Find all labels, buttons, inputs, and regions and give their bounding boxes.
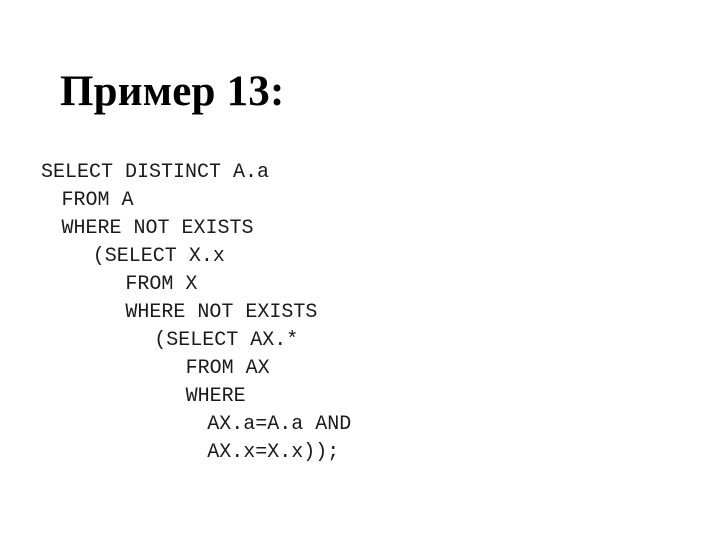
code-line: SELECT DISTINCT A.a (41, 161, 270, 184)
code-line: (SELECT X.x (92, 245, 225, 268)
code-line: WHERE (185, 385, 246, 408)
code-line: FROM X (125, 273, 198, 296)
code-line: WHERE NOT EXISTS (125, 301, 318, 324)
page-title: Пример 13: (60, 68, 285, 115)
code-line: WHERE NOT EXISTS (61, 217, 254, 240)
slide: Пример 13: SELECT DISTINCT A.a FROM A WHER… (0, 0, 720, 540)
code-line: FROM A (61, 189, 134, 212)
code-line: AX.a=A.a AND (207, 413, 352, 436)
code-line: FROM AX (185, 357, 270, 380)
code-line: (SELECT AX.* (154, 329, 299, 352)
code-line: AX.x=X.x)); (207, 441, 340, 464)
sql-code-block: SELECT DISTINCT A.a FROM A WHERE NOT EXIST… (41, 159, 351, 467)
